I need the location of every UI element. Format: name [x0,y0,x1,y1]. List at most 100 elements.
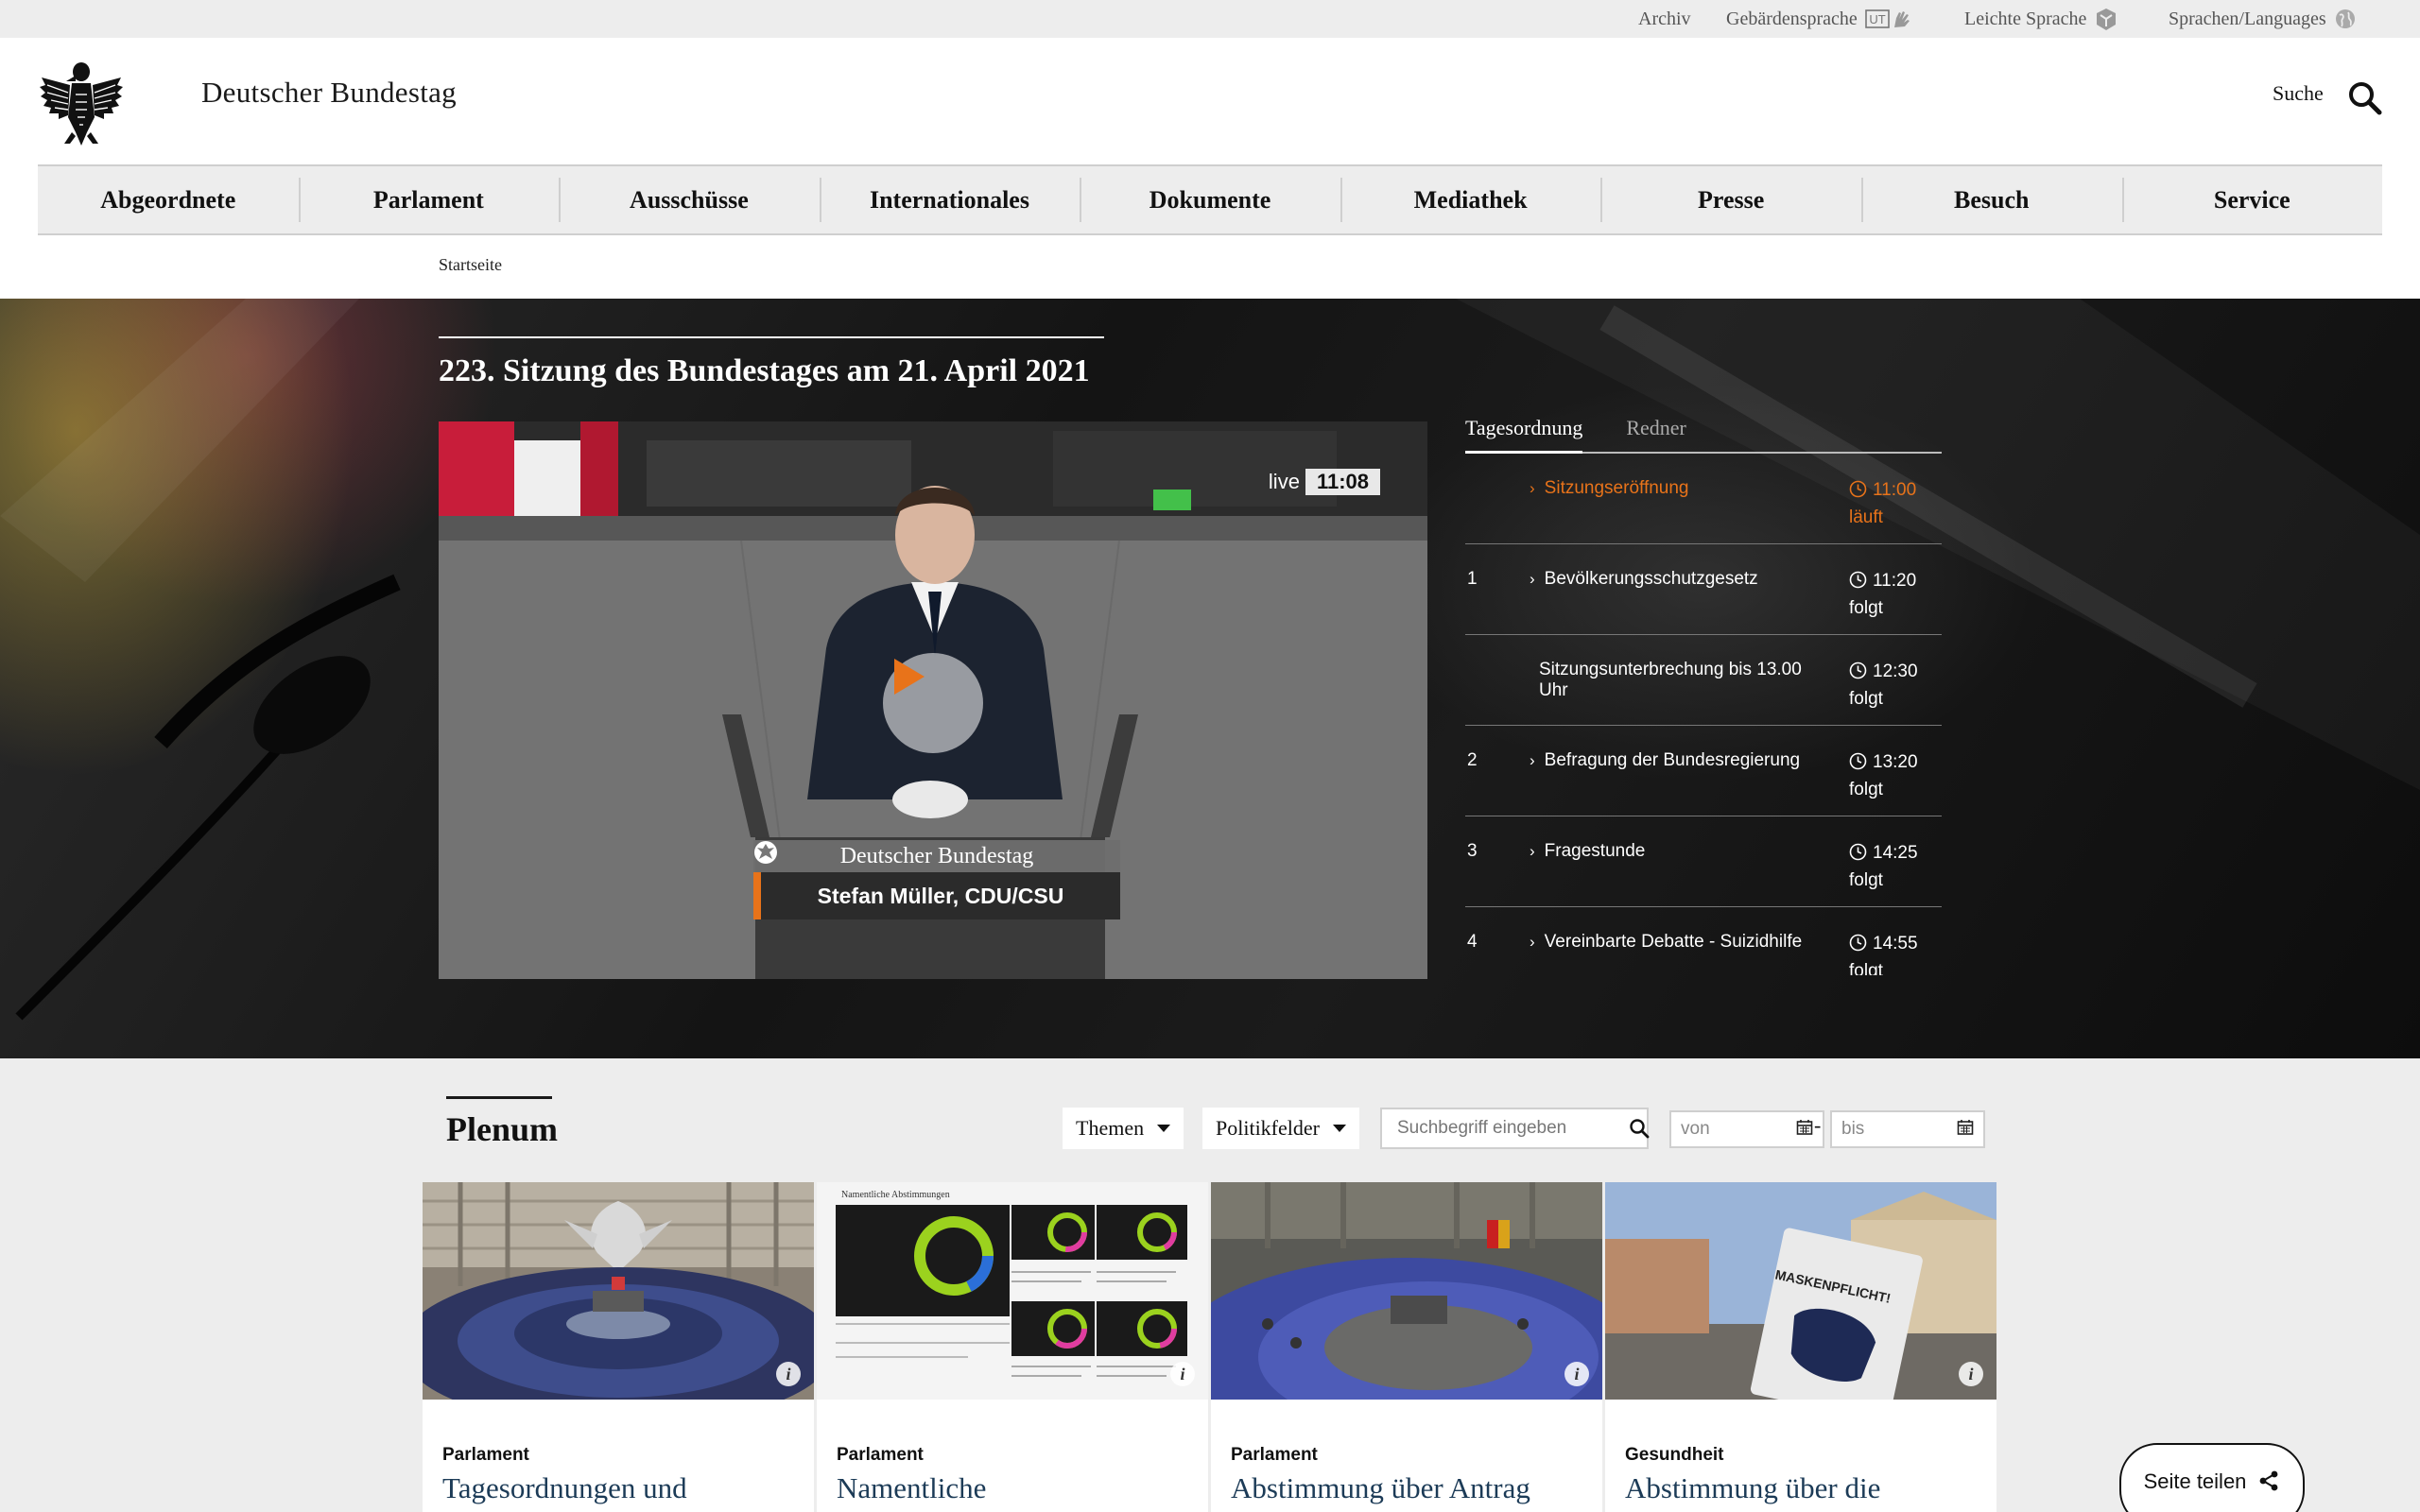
teaser-card[interactable]: i Parlament Abstimmung über Antrag [1211,1182,1602,1512]
politikfelder-label: Politikfelder [1216,1116,1320,1140]
agenda-time-value: 11:20 [1873,571,1917,591]
info-icon[interactable]: i [1959,1362,1983,1386]
nav-item-mediathek[interactable]: Mediathek [1340,166,1601,233]
info-icon[interactable]: i [1170,1362,1195,1386]
agenda-time-value: 13:20 [1873,752,1918,772]
calendar-icon[interactable] [1796,1119,1813,1141]
easy-language-link[interactable]: Leichte Sprache [1964,0,2118,38]
tab-tagesordnung[interactable]: Tagesordnung [1465,412,1583,454]
utility-bar: Archiv Gebärdensprache UT Leichte Sprach… [0,0,2420,38]
nav-item-presse[interactable]: Presse [1600,166,1861,233]
themen-label: Themen [1076,1116,1145,1140]
hero-title-rule [439,336,1104,338]
nav-item-service[interactable]: Service [2121,166,2383,233]
agenda-item-title-wrap: Sitzungsunterbrechung bis 13.00 Uhr [1530,660,1832,701]
info-icon[interactable]: i [1564,1362,1589,1386]
nav-item-parlament[interactable]: Parlament [298,166,560,233]
agenda-item[interactable]: 1 › Bevölkerungsschutzgesetz 11:20 folgt [1465,544,1942,635]
card-category: Gesundheit [1625,1445,1724,1465]
nav-item-besuch[interactable]: Besuch [1860,166,2122,233]
sign-language-badge: UT [1869,12,1885,26]
agenda-item[interactable]: 3 › Fragestunde 14:25 folgt [1465,816,1942,907]
agenda-item-time: 12:30 folgt [1849,660,1918,712]
agenda-panel: Tagesordnung Redner › Sitzungseröffnung 11… [1465,412,1942,975]
session-title: 223. Sitzung des Bundestages am 21. Apri… [439,353,1090,388]
chevron-down-icon [1157,1125,1171,1132]
search-icon[interactable] [2346,79,2384,117]
date-to-field [1830,1110,1985,1148]
teaser-card[interactable]: Namentliche Abstimmungen i Parlament Nam… [817,1182,1208,1512]
nav-item-ausschuesse[interactable]: Ausschüsse [559,166,820,233]
live-label: live [1268,470,1300,493]
video-player[interactable]: live 11:08 Deutscher Bundestag Stefan Mü… [439,421,1427,979]
tab-redner[interactable]: Redner [1626,412,1686,452]
agenda-item[interactable]: 4 › Vereinbarte Debatte - Suizidhilfe 14:55… [1465,907,1942,975]
agenda-status: folgt [1849,961,1883,975]
sign-language-link[interactable]: Gebärdensprache UT [1726,0,1914,38]
agenda-item-title: Vereinbarte Debatte - Suizidhilfe [1544,932,1803,952]
share-button[interactable]: Seite teilen [2119,1443,2305,1512]
agenda-item-title-wrap: › Fragestunde [1530,841,1832,862]
agenda-item-title-wrap: › Vereinbarte Debatte - Suizidhilfe [1530,932,1832,953]
teaser-card[interactable]: MASKENPFLICHT! i Gesundheit Abstimmung ü… [1605,1182,1996,1512]
chevron-down-icon [1332,1125,1346,1132]
agenda-status: läuft [1849,507,1883,527]
date-from-input[interactable] [1681,1119,1796,1140]
easy-language-label: Leichte Sprache [1964,9,2087,29]
date-separator: - [1814,1113,1822,1137]
lower-third-org: Deutscher Bundestag [753,840,1120,872]
agenda-item-title: Befragung der Bundesregierung [1544,750,1801,770]
card-title: Abstimmung über Antrag [1231,1471,1530,1504]
date-from-field [1669,1110,1824,1148]
politikfelder-dropdown[interactable]: Politikfelder [1202,1108,1359,1149]
agenda-tabs: Tagesordnung Redner [1465,412,1942,454]
themen-dropdown[interactable]: Themen [1063,1108,1184,1149]
date-to-input[interactable] [1841,1119,1957,1140]
search-icon[interactable] [1629,1118,1650,1139]
card2-thumb-heading: Namentliche Abstimmungen [841,1190,950,1200]
agenda-item[interactable]: Sitzungsunterbrechung bis 13.00 Uhr 12:30… [1465,635,1942,726]
chevron-right-icon: › [1530,479,1535,497]
lower-third: Deutscher Bundestag Stefan Müller, CDU/C… [753,840,1120,919]
nav-item-internationales[interactable]: Internationales [819,166,1080,233]
play-icon[interactable] [883,653,983,753]
clock-icon [1849,934,1867,959]
card-category: Parlament [442,1445,529,1465]
agenda-item-title: Sitzungsunterbrechung bis 13.00 Uhr [1539,660,1802,700]
info-icon[interactable]: i [776,1362,801,1386]
languages-link[interactable]: Sprachen/Languages [2169,0,2357,38]
lower-third-org-label: Deutscher Bundestag [839,843,1034,868]
eagle-icon [754,841,777,864]
breadcrumb-home[interactable]: Startseite [439,255,502,275]
cards-area [0,1181,2420,1512]
nav-item-dokumente[interactable]: Dokumente [1080,166,1340,233]
clock-icon [1849,480,1867,506]
agenda-item[interactable]: 2 › Befragung der Bundesregierung 13:20 folg… [1465,726,1942,816]
nav-item-abgeordnete[interactable]: Abgeordnete [38,166,299,233]
plenum-header: Plenum Themen Politikfelder - [0,1058,2420,1181]
card-title: Namentliche [837,1471,987,1504]
archive-link[interactable]: Archiv [1638,0,1691,38]
live-time: 11:08 [1305,469,1380,495]
calendar-icon[interactable] [1957,1119,1974,1141]
agenda-item-time: 11:20 folgt [1849,569,1916,621]
share-icon [2260,1470,2278,1491]
agenda-item[interactable]: › Sitzungseröffnung 11:00 läuft [1465,454,1942,544]
plenum-search-input[interactable] [1382,1118,1629,1139]
agenda-status: folgt [1849,689,1883,709]
agenda-time-value: 11:00 [1873,480,1917,500]
agenda-status: folgt [1849,780,1883,799]
agenda-item-number: 3 [1467,841,1478,861]
search-label[interactable]: Suche [2273,81,2324,106]
card-image: MASKENPFLICHT! [1605,1182,1996,1400]
site-title[interactable]: Deutscher Bundestag [201,76,457,110]
main-nav: Abgeordnete Parlament Ausschüsse Interna… [38,164,2382,235]
teaser-card[interactable]: i Parlament Tagesordnungen und [423,1182,814,1512]
sign-language-label: Gebärdensprache [1726,9,1858,29]
agenda-item-time: 14:25 folgt [1849,841,1918,893]
eagle-logo-icon[interactable] [38,57,125,147]
card-title: Tagesordnungen und [442,1471,687,1504]
languages-label: Sprachen/Languages [2169,9,2326,29]
chevron-right-icon: › [1530,933,1535,951]
clock-icon [1849,662,1867,687]
